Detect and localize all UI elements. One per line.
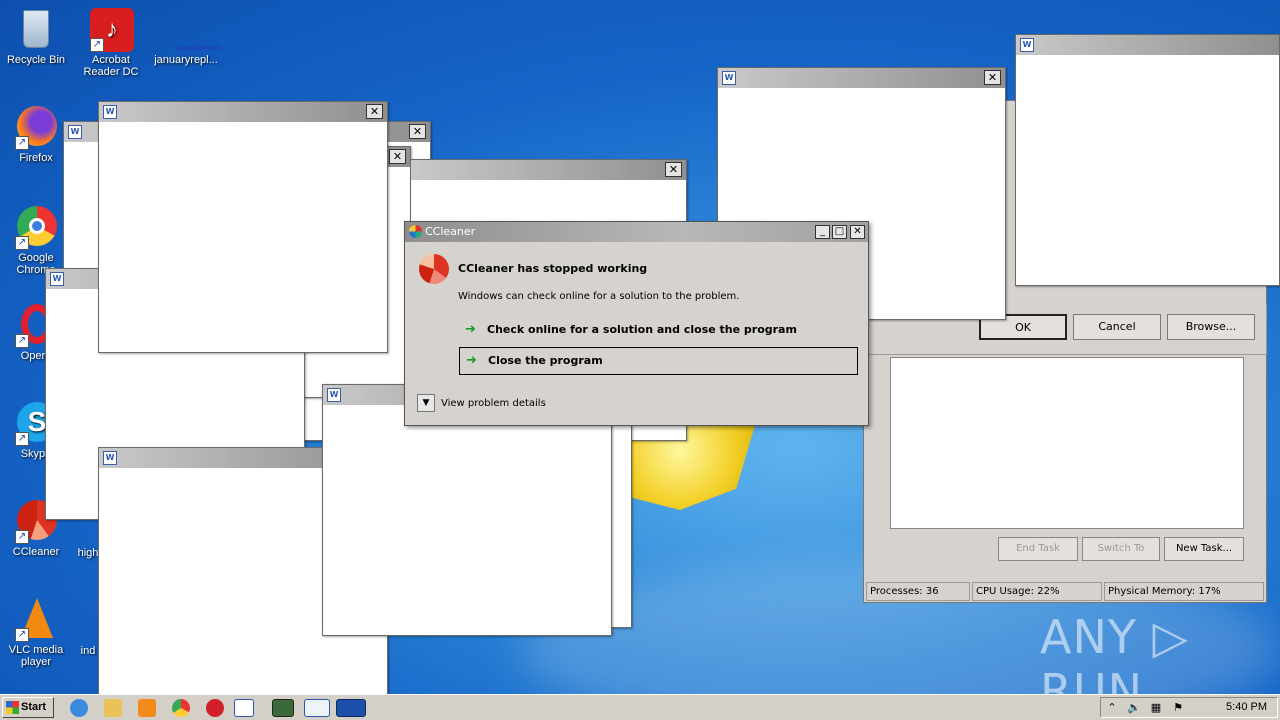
- shortcut-arrow-icon: ↗: [15, 628, 29, 642]
- new-task-button[interactable]: New Task...: [1164, 537, 1244, 561]
- desktop-icon-label: Firefox: [19, 152, 53, 164]
- shortcut-arrow-icon: ↗: [15, 236, 29, 250]
- chrome-icon: ↗: [13, 204, 59, 250]
- close-button[interactable]: ✕: [850, 225, 865, 239]
- close-button[interactable]: ✕: [389, 149, 406, 164]
- task-manager-icon[interactable]: [272, 699, 294, 717]
- dialog-title: CCleaner: [425, 225, 476, 238]
- task-list[interactable]: [890, 357, 1244, 529]
- blank-window[interactable]: W ✕: [98, 101, 388, 353]
- shortcut-arrow-icon: ↗: [15, 136, 29, 150]
- browse-button[interactable]: Browse...: [1167, 314, 1255, 340]
- folder-icon[interactable]: [104, 699, 122, 717]
- shortcut-arrow-icon: ↗: [15, 530, 29, 544]
- processes-status: Processes: 36: [866, 582, 970, 601]
- word-document-icon: W: [103, 451, 117, 465]
- error-subtext: Windows can check online for a solution …: [458, 291, 740, 302]
- desktop-icon-label: Recycle Bin: [6, 54, 66, 66]
- word-document-icon: W: [103, 105, 117, 119]
- word-document-icon: W: [327, 388, 341, 402]
- desktop-icon-label: januaryrepl...: [154, 54, 218, 66]
- dialog-taskbar-icon[interactable]: [304, 699, 330, 717]
- desktop-icon-recycle-bin[interactable]: Recycle Bin: [0, 6, 72, 66]
- end-task-button[interactable]: End Task: [998, 537, 1078, 561]
- close-button[interactable]: ✕: [665, 162, 682, 177]
- word-document-icon: W: [50, 272, 64, 286]
- shortcut-arrow-icon: ↗: [90, 38, 104, 52]
- word-document-icon: W: [1020, 38, 1034, 52]
- ccleaner-taskbar-icon[interactable]: [336, 699, 366, 717]
- acrobat-icon: ♪ ↗: [88, 6, 134, 52]
- word-icon[interactable]: [234, 699, 254, 717]
- window-titlebar[interactable]: W ✕: [99, 102, 387, 122]
- action-center-flag-icon[interactable]: ⚑: [1171, 701, 1185, 715]
- option-label: Check online for a solution and close th…: [487, 323, 797, 336]
- system-tray: ⌃ 🔈 ▦ ⚑ 5:40 PM: [1100, 697, 1278, 718]
- chrome-icon[interactable]: [172, 699, 190, 717]
- document-icon: [163, 6, 221, 52]
- minimize-button[interactable]: _: [815, 225, 830, 239]
- show-hidden-icons-icon[interactable]: ⌃: [1105, 701, 1119, 715]
- maximize-button[interactable]: □: [832, 225, 847, 239]
- window-titlebar[interactable]: W ✕: [718, 68, 1005, 88]
- taskbar: Start ⌃ 🔈 ▦ ⚑ 5:40 PM: [0, 694, 1280, 720]
- start-button[interactable]: Start: [2, 697, 54, 718]
- green-arrow-icon: ➜: [465, 322, 476, 337]
- window-titlebar[interactable]: ✕: [411, 160, 686, 180]
- switch-to-button[interactable]: Switch To: [1082, 537, 1160, 561]
- internet-explorer-icon[interactable]: [70, 699, 88, 717]
- chevron-down-icon: ▼: [417, 394, 435, 412]
- desktop-icon-label: VLC media player: [8, 644, 64, 668]
- word-document-icon: W: [722, 71, 736, 85]
- windows-flag-icon: [6, 701, 19, 714]
- media-player-icon[interactable]: [138, 699, 156, 717]
- close-button[interactable]: ✕: [984, 70, 1001, 85]
- cpu-status: CPU Usage: 22%: [972, 582, 1102, 601]
- close-program-option[interactable]: ➜ Close the program: [459, 347, 858, 375]
- window-titlebar[interactable]: W: [1016, 35, 1279, 55]
- option-label: Close the program: [488, 354, 603, 367]
- firefox-icon: ↗: [13, 104, 59, 150]
- clock[interactable]: 5:40 PM: [1226, 701, 1267, 713]
- ccleaner-icon: [419, 254, 449, 284]
- check-online-option[interactable]: ➜ Check online for a solution and close …: [459, 317, 858, 345]
- vlc-icon: ↗: [13, 596, 59, 642]
- details-label: View problem details: [441, 398, 546, 409]
- recycle-bin-icon: [13, 6, 59, 52]
- shortcut-arrow-icon: ↗: [15, 334, 29, 348]
- desktop-icon-firefox[interactable]: ↗ Firefox: [0, 104, 72, 164]
- ccleaner-small-icon: [409, 225, 422, 238]
- error-headline: CCleaner has stopped working: [458, 262, 648, 275]
- desktop-icon-label: Acrobat Reader DC: [83, 54, 139, 78]
- blank-window[interactable]: W: [1015, 34, 1280, 286]
- desktop-icon-acrobat[interactable]: ♪ ↗ Acrobat Reader DC: [75, 6, 147, 78]
- start-label: Start: [21, 701, 47, 713]
- network-icon[interactable]: ▦: [1149, 701, 1163, 715]
- desktop-icon-chrome[interactable]: ↗ Google Chrome: [0, 204, 72, 276]
- word-document-icon: W: [68, 125, 82, 139]
- dialog-titlebar[interactable]: CCleaner _ □ ✕: [405, 222, 868, 242]
- opera-icon[interactable]: [206, 699, 224, 717]
- view-details-toggle[interactable]: ▼ View problem details: [417, 394, 546, 412]
- desktop-icon-vlc[interactable]: ↗ VLC media player: [0, 596, 72, 668]
- volume-icon[interactable]: 🔈: [1127, 701, 1141, 715]
- close-button[interactable]: ✕: [409, 124, 426, 139]
- desktop-icon-januaryrepl[interactable]: januaryrepl...: [150, 6, 222, 66]
- close-button[interactable]: ✕: [366, 104, 383, 119]
- cancel-button[interactable]: Cancel: [1073, 314, 1161, 340]
- memory-status: Physical Memory: 17%: [1104, 582, 1264, 601]
- ccleaner-error-dialog: CCleaner _ □ ✕ CCleaner has stopped work…: [404, 221, 869, 426]
- shortcut-arrow-icon: ↗: [15, 432, 29, 446]
- green-arrow-icon: ➜: [466, 353, 477, 368]
